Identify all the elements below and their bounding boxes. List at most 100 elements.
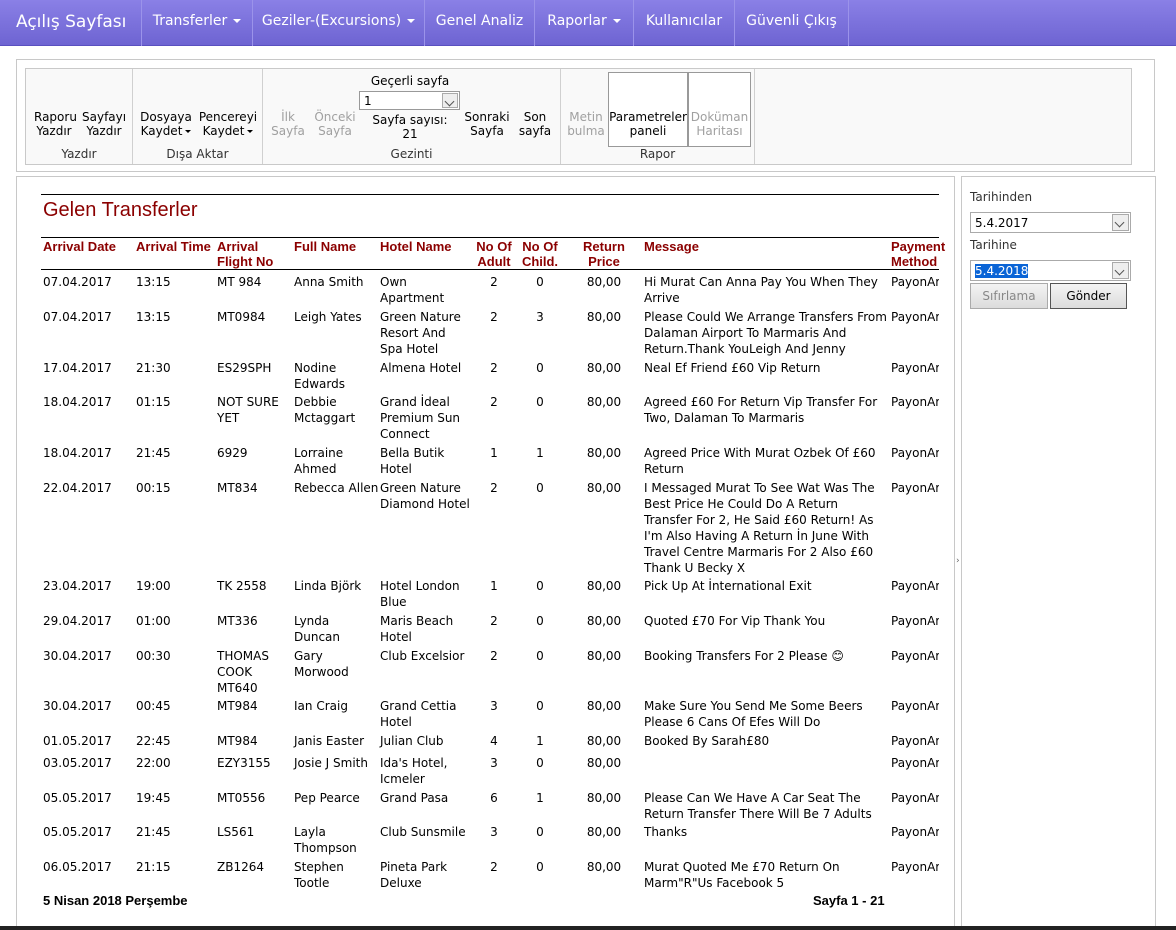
cell-flight: MT0984: [217, 310, 266, 324]
cell-payment: PayonAr: [891, 395, 939, 409]
cell-date: 22.04.2017: [43, 481, 112, 495]
cell-child: 0: [536, 699, 544, 713]
cell-price: 80,00: [586, 825, 622, 839]
cell-payment: PayonAr: [891, 446, 939, 460]
cell-flight: 6929: [217, 446, 248, 460]
nav-reports[interactable]: Raporlar: [535, 0, 634, 46]
to-date-select[interactable]: 5.4.2018: [970, 260, 1131, 281]
from-date-select[interactable]: 5.4.2017: [970, 212, 1131, 233]
cell-payment: PayonAr: [891, 699, 939, 713]
print-page-button[interactable]: Sayfayı Yazdır: [82, 110, 126, 138]
cell-payment: PayonAr: [891, 310, 939, 324]
nav-reports-label: Raporlar: [547, 13, 607, 29]
cell-flight: ES29SPH: [217, 361, 272, 375]
prev-page-button[interactable]: Önceki Sayfa: [313, 110, 357, 138]
cell-adult: 1: [490, 579, 498, 593]
cell-payment: PayonAr: [891, 361, 939, 375]
cell-payment: PayonAr: [891, 860, 939, 874]
cell-price: 80,00: [586, 361, 622, 375]
cell-name: Leigh Yates: [294, 310, 362, 324]
from-date-value: 5.4.2017: [975, 216, 1029, 230]
footer-page: Sayfa 1 - 21: [813, 893, 885, 908]
cell-message: Make Sure You Send Me Some Beers Please …: [644, 699, 863, 729]
cell-adult: 6: [490, 791, 498, 805]
cell-adult: 2: [490, 361, 498, 375]
cell-name: Ian Craig: [294, 699, 348, 713]
home-link[interactable]: Açılış Sayfası: [0, 0, 142, 46]
cell-date: 30.04.2017: [43, 649, 112, 663]
first-page-button[interactable]: İlk Sayfa: [271, 110, 305, 138]
cell-price: 80,00: [586, 446, 622, 460]
cell-time: 21:45: [136, 446, 171, 460]
next-page-button[interactable]: Sonraki Sayfa: [463, 110, 511, 138]
cell-name: Stephen Tootle: [294, 860, 344, 887]
export-group-label: Dışa Aktar: [166, 147, 229, 161]
cell-message: Quoted £70 For Vip Thank You: [644, 614, 826, 628]
chevron-down-icon[interactable]: [442, 93, 458, 108]
cell-name: Gary Morwood: [294, 649, 349, 679]
cell-child: 0: [536, 275, 544, 289]
cell-child: 0: [536, 361, 544, 375]
cell-price: 80,00: [586, 614, 622, 628]
cell-date: 07.04.2017: [43, 310, 112, 324]
nav-transfers[interactable]: Transferler: [142, 0, 253, 46]
cell-date: 07.04.2017: [43, 275, 112, 289]
cell-hotel: Grand İdeal Premium Sun Connect: [380, 395, 461, 441]
cell-name: Linda Björk: [294, 579, 362, 593]
cell-date: 23.04.2017: [43, 579, 112, 593]
collapse-arrow-icon[interactable]: ›: [956, 556, 960, 566]
from-date-label: Tarihinden: [970, 190, 1033, 204]
cell-hotel: Club Sunsmile: [380, 825, 466, 839]
cell-hotel: Green Nature Resort And Spa Hotel: [380, 310, 461, 356]
cell-adult: 1: [490, 446, 498, 460]
nav-logout-label: Güvenli Çıkış: [746, 13, 837, 29]
report-group: Metin bulma Parametreler paneli Doküman …: [561, 69, 755, 164]
nav-excursions[interactable]: Geziler-(Excursions): [253, 0, 425, 46]
cell-price: 80,00: [586, 579, 622, 593]
save-file-button[interactable]: Dosyaya Kaydet: [139, 110, 193, 138]
cell-hotel: Club Excelsior: [380, 649, 465, 663]
chevron-down-icon[interactable]: [1112, 214, 1129, 231]
cell-name: Debbie Mctaggart: [294, 395, 356, 425]
print-report-button[interactable]: Raporu Yazdır: [34, 110, 77, 138]
cell-child: 0: [536, 756, 544, 770]
cell-hotel: Maris Beach Hotel: [380, 614, 454, 644]
cell-flight: THOMAS COOK MT640: [217, 649, 269, 695]
current-page-select[interactable]: 1: [359, 91, 460, 110]
print-group-label: Yazdır: [61, 147, 97, 161]
reset-button[interactable]: Sıfırlama: [970, 283, 1048, 309]
current-page-value: 1: [364, 94, 372, 108]
cell-adult: 2: [490, 481, 498, 495]
report-viewer: Gelen Transferler Arrival Date Arrival Ti…: [16, 176, 955, 930]
cell-message: I Messaged Murat To See Wat Was The Best…: [644, 481, 875, 575]
cell-hotel: Bella Butik Hotel: [380, 446, 445, 476]
nav-general-analysis[interactable]: Genel Analiz: [425, 0, 535, 46]
nav-logout[interactable]: Güvenli Çıkış: [735, 0, 849, 46]
cell-adult: 2: [490, 860, 498, 874]
cell-price: 80,00: [586, 310, 622, 324]
doc-map-button[interactable]: Doküman Haritası: [688, 72, 751, 147]
cell-date: 01.05.2017: [43, 734, 112, 748]
cell-message: Booking Transfers For 2 Please 😊: [644, 649, 844, 663]
cell-name: Pep Pearce: [294, 791, 360, 805]
cell-adult: 4: [490, 734, 498, 748]
chevron-down-icon[interactable]: [1112, 262, 1129, 279]
cell-date: 30.04.2017: [43, 699, 112, 713]
cell-child: 0: [536, 579, 544, 593]
cell-hotel: Pineta Park Deluxe: [380, 860, 448, 887]
cell-name: Lorraine Ahmed: [294, 446, 344, 476]
cell-time: 00:15: [136, 481, 171, 495]
find-text-button[interactable]: Metin bulma: [567, 110, 605, 138]
cell-price: 80,00: [586, 275, 622, 289]
save-window-button[interactable]: Pencereyi Kaydet: [197, 110, 259, 138]
print-group: Raporu Yazdır Sayfayı Yazdır Yazdır: [26, 69, 133, 164]
last-page-button[interactable]: Son sayfa: [517, 110, 553, 138]
nav-users[interactable]: Kullanıcılar: [634, 0, 735, 46]
cell-adult: 2: [490, 275, 498, 289]
cell-message: Agreed £60 For Return Vip Transfer For T…: [644, 395, 878, 425]
cell-time: 00:45: [136, 699, 171, 713]
nav-general-analysis-label: Genel Analiz: [435, 13, 524, 29]
params-panel-button[interactable]: Parametreler paneli: [608, 72, 688, 147]
cell-payment: PayonAr: [891, 481, 939, 495]
submit-button[interactable]: Gönder: [1050, 283, 1127, 309]
